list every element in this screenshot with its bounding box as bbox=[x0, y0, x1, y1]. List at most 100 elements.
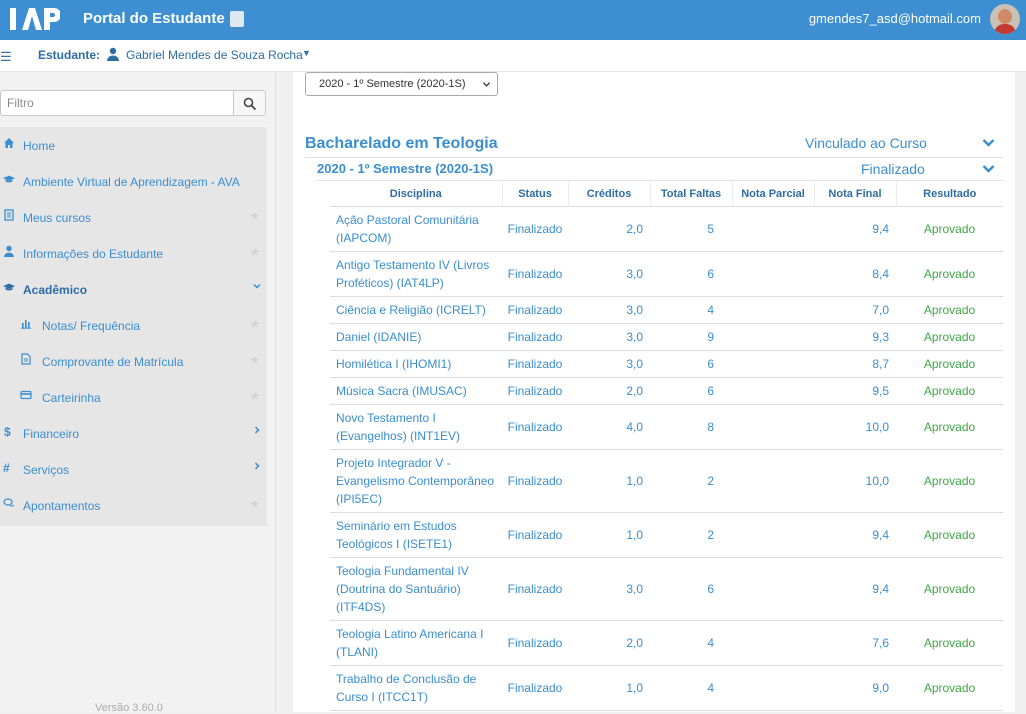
discipline-cell: Novo Testamento I (Evangelhos) (INT1EV) bbox=[330, 404, 502, 450]
absences-cell: 4 bbox=[650, 665, 732, 711]
status-cell: Finalizado bbox=[502, 512, 568, 558]
chevron-down-icon[interactable] bbox=[982, 138, 995, 148]
credits-cell: 3,0 bbox=[568, 350, 650, 378]
star-icon[interactable]: ★ bbox=[249, 353, 260, 367]
absences-cell: 2 bbox=[650, 512, 732, 558]
sidebar-item-servicos[interactable]: # Serviços bbox=[0, 451, 267, 487]
status-cell: Finalizado bbox=[502, 449, 568, 513]
star-icon[interactable]: ★ bbox=[249, 497, 260, 511]
sidebar-item-label: Meus cursos bbox=[23, 211, 92, 225]
search-button[interactable] bbox=[234, 90, 266, 116]
sidebar-item-meus-cursos[interactable]: Meus cursos ★ bbox=[0, 199, 267, 235]
filter-input[interactable] bbox=[0, 90, 234, 116]
home-icon bbox=[4, 138, 14, 148]
table-row: Daniel (IDANIE) Finalizado 3,0 9 9,3 Aprovado bbox=[330, 323, 1003, 351]
credits-cell: 1,0 bbox=[568, 512, 650, 558]
final-grade-cell: 8,7 bbox=[814, 350, 896, 378]
table-row: Música Sacra (IMUSAC) Finalizado 2,0 6 9,5 Ap… bbox=[330, 377, 1003, 405]
status-cell: Finalizado bbox=[502, 620, 568, 666]
sidebar-item-ava[interactable]: Ambiente Virtual de Aprendizagem - AVA bbox=[0, 163, 267, 199]
file-text-icon bbox=[21, 353, 31, 365]
user-email[interactable]: gmendes7_asd@hotmail.com bbox=[809, 11, 981, 26]
final-grade-cell: 10,0 bbox=[814, 404, 896, 450]
credits-cell: 3,0 bbox=[568, 296, 650, 324]
hashtag-icon: # bbox=[3, 461, 10, 473]
absences-cell: 9 bbox=[650, 323, 732, 351]
iap-logo[interactable] bbox=[8, 6, 60, 32]
star-icon[interactable]: ★ bbox=[249, 317, 260, 331]
credits-cell: 3,0 bbox=[568, 251, 650, 297]
chevron-down-icon[interactable] bbox=[982, 164, 995, 174]
status-cell: Finalizado bbox=[502, 296, 568, 324]
star-icon[interactable]: ★ bbox=[249, 245, 260, 259]
sidebar-item-informacoes[interactable]: Informações do Estudante ★ bbox=[0, 235, 267, 271]
sidebar-item-label: Informações do Estudante bbox=[23, 247, 164, 261]
final-grade-cell: 9,4 bbox=[814, 557, 896, 621]
sidebar-item-home[interactable]: Home bbox=[0, 127, 267, 163]
partial-grade-cell bbox=[732, 665, 814, 711]
final-grade-cell: 9,3 bbox=[814, 323, 896, 351]
final-grade-cell: 10,0 bbox=[814, 449, 896, 513]
chevron-down-icon bbox=[482, 82, 491, 87]
sidebar-item-financeiro[interactable]: $ Financeiro bbox=[0, 415, 267, 451]
column-header: Nota Final bbox=[814, 181, 897, 207]
column-header: Nota Parcial bbox=[732, 181, 815, 207]
star-icon[interactable]: ★ bbox=[249, 209, 260, 223]
student-label: Estudante: bbox=[38, 48, 101, 62]
credits-cell: 1,0 bbox=[568, 665, 650, 711]
table-row: Ação Pastoral Comunitária (IAPCOM) Finali… bbox=[330, 206, 1003, 252]
credits-cell: 4,0 bbox=[568, 404, 650, 450]
caret-down-icon[interactable]: ▼ bbox=[302, 48, 311, 58]
sidebar-item-academico[interactable]: Acadêmico bbox=[0, 271, 267, 307]
result-cell: Aprovado bbox=[896, 251, 1003, 297]
final-grade-cell: 7,0 bbox=[814, 296, 896, 324]
comments-icon bbox=[3, 498, 15, 507]
absences-cell: 4 bbox=[650, 296, 732, 324]
sidebar: Home Ambiente Virtual de Aprendizagem - … bbox=[0, 72, 276, 714]
discipline-cell: Ciência e Religião (ICRELT) bbox=[330, 296, 502, 324]
column-header: Total Faltas bbox=[650, 181, 733, 207]
discipline-cell: Homilética I (IHOMI1) bbox=[330, 350, 502, 378]
sidebar-item-apontamentos[interactable]: Apontamentos ★ bbox=[0, 487, 267, 523]
student-name-dropdown[interactable]: Gabriel Mendes de Souza Rocha bbox=[126, 48, 303, 62]
result-cell: Aprovado bbox=[896, 206, 1003, 252]
partial-grade-cell bbox=[732, 251, 814, 297]
top-bar: Portal do Estudante gmendes7_asd@hotmail… bbox=[0, 0, 1026, 40]
partial-grade-cell bbox=[732, 620, 814, 666]
discipline-cell: Seminário em Estudos Teológicos I (ISETE… bbox=[330, 512, 502, 558]
discipline-cell: Projeto Integrador V - Evangelismo Conte… bbox=[330, 449, 502, 513]
status-cell: Finalizado bbox=[502, 665, 568, 711]
result-cell: Aprovado bbox=[896, 620, 1003, 666]
absences-cell: 8 bbox=[650, 404, 732, 450]
hamburger-menu-icon[interactable]: ☰ bbox=[0, 49, 12, 65]
student-bar: ☰ Estudante: Gabriel Mendes de Souza Roc… bbox=[0, 40, 1026, 72]
star-icon[interactable]: ★ bbox=[249, 389, 260, 403]
chevron-right-icon bbox=[254, 462, 260, 470]
result-cell: Aprovado bbox=[896, 350, 1003, 378]
partial-grade-cell bbox=[732, 296, 814, 324]
sidebar-item-label: Carteirinha bbox=[42, 391, 101, 405]
result-cell: Aprovado bbox=[896, 404, 1003, 450]
status-cell: Finalizado bbox=[502, 404, 568, 450]
sidebar-item-carteirinha[interactable]: Carteirinha ★ bbox=[0, 379, 267, 415]
sidebar-item-label: Home bbox=[23, 139, 56, 153]
discipline-cell: Daniel (IDANIE) bbox=[330, 323, 502, 351]
sidebar-item-notas[interactable]: Notas/ Frequência ★ bbox=[0, 307, 267, 343]
sidebar-item-label: Acadêmico bbox=[23, 283, 88, 297]
grades-table: Disciplina Status Créditos Total Faltas … bbox=[330, 181, 1003, 711]
avatar[interactable] bbox=[990, 4, 1020, 34]
app-title: Portal do Estudante bbox=[83, 10, 225, 27]
semester-select[interactable]: 2020 - 1º Semestre (2020-1S) bbox=[305, 72, 498, 96]
credits-cell: 3,0 bbox=[568, 323, 650, 351]
discipline-cell: Teologia Fundamental IV (Doutrina do San… bbox=[330, 557, 502, 621]
partial-grade-cell bbox=[732, 404, 814, 450]
discipline-cell: Teologia Latino Americana I (TLANI) bbox=[330, 620, 502, 666]
credit-card-icon bbox=[20, 390, 32, 400]
table-row: Novo Testamento I (Evangelhos) (INT1EV) F… bbox=[330, 404, 1003, 450]
discipline-cell: Antigo Testamento IV (Livros Proféticos)… bbox=[330, 251, 502, 297]
sidebar-item-comprovante[interactable]: Comprovante de Matrícula ★ bbox=[0, 343, 267, 379]
result-cell: Aprovado bbox=[896, 512, 1003, 558]
document-icon bbox=[4, 209, 14, 221]
document-icon[interactable] bbox=[230, 11, 244, 27]
status-cell: Finalizado bbox=[502, 350, 568, 378]
